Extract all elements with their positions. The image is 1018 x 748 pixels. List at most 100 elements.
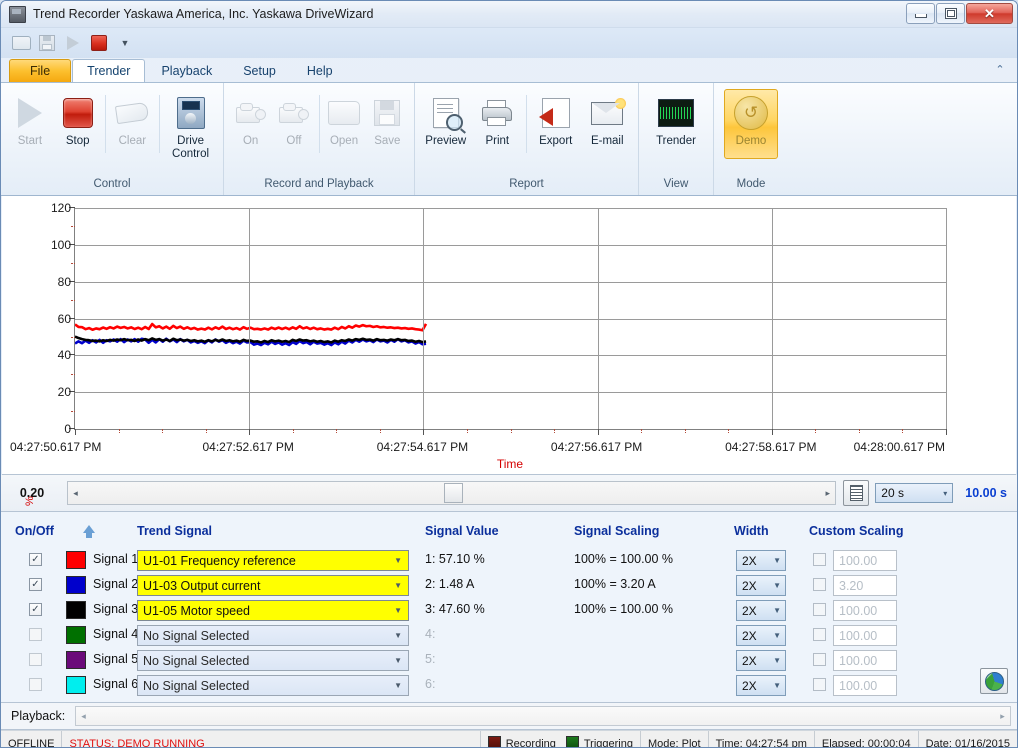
preview-button[interactable]: Preview xyxy=(420,89,472,159)
scroll-right-icon[interactable]: ▸ xyxy=(820,488,835,499)
signal-width-select[interactable]: 2X ▼ xyxy=(736,650,786,671)
group-divider xyxy=(104,95,106,153)
trender-view-button[interactable]: Trender xyxy=(645,89,707,159)
chart-x-minor-tick xyxy=(466,429,468,433)
maximize-button[interactable] xyxy=(936,3,965,24)
qat-play-icon[interactable] xyxy=(63,33,83,53)
stop-button[interactable]: Stop xyxy=(54,89,102,159)
custom-scaling-checkbox[interactable] xyxy=(813,578,826,591)
qat-open-icon[interactable] xyxy=(11,33,31,53)
record-on-button[interactable]: On xyxy=(229,89,272,159)
signal-enable-checkbox[interactable] xyxy=(29,678,42,691)
save-record-button[interactable]: Save xyxy=(366,89,409,159)
signal-color-swatch[interactable] xyxy=(66,651,86,669)
record-off-button[interactable]: Off xyxy=(272,89,315,159)
tab-help[interactable]: Help xyxy=(292,59,348,82)
status-recording: Recording Triggering xyxy=(481,731,641,747)
drive-control-button[interactable]: Drive Control xyxy=(163,89,218,162)
scroll-left-icon[interactable]: ◂ xyxy=(68,488,83,499)
signal-select[interactable]: U1-03 Output current ▼ xyxy=(137,575,409,596)
custom-scaling-input[interactable]: 100.00 xyxy=(833,550,897,571)
chevron-down-icon: ▼ xyxy=(773,606,781,615)
signal-color-swatch[interactable] xyxy=(66,626,86,644)
minimize-button[interactable] xyxy=(906,3,935,24)
chevron-down-icon: ▾ xyxy=(943,488,948,498)
chart-series-line xyxy=(75,335,427,344)
chart-gridline-vertical xyxy=(946,208,947,429)
scrollbar-thumb[interactable] xyxy=(443,483,463,503)
signal-enable-checkbox[interactable] xyxy=(29,628,42,641)
chart-y-tick-label: 40 xyxy=(57,348,71,363)
signal-width-select[interactable]: 2X ▼ xyxy=(736,575,786,596)
signal-select[interactable]: No Signal Selected ▼ xyxy=(137,650,409,671)
custom-scaling-input[interactable]: 100.00 xyxy=(833,625,897,646)
signal-width-select[interactable]: 2X ▼ xyxy=(736,625,786,646)
signal-enable-checkbox[interactable]: ✓ xyxy=(29,578,42,591)
signal-select[interactable]: U1-05 Motor speed ▼ xyxy=(137,600,409,621)
qat-customize-icon[interactable]: ▼ xyxy=(115,33,135,53)
custom-scaling-checkbox[interactable] xyxy=(813,553,826,566)
chart-x-minor-tick xyxy=(858,429,860,433)
signal-enable-checkbox[interactable]: ✓ xyxy=(29,553,42,566)
globe-button[interactable] xyxy=(980,668,1008,694)
chart-plot-area[interactable]: 0 20 40 60 80 100 120 xyxy=(51,201,947,436)
drive-control-icon xyxy=(176,96,205,130)
chart-x-minor-tick xyxy=(118,429,120,433)
chart-x-minor-tick xyxy=(205,429,207,433)
status-time: Time: 04:27:54 pm xyxy=(709,731,815,747)
print-button[interactable]: Print xyxy=(472,89,524,159)
header-custom-scaling: Custom Scaling xyxy=(809,524,904,538)
playback-scrollbar[interactable]: ◂ ▸ xyxy=(75,706,1011,726)
chart-y-tick-label: 80 xyxy=(57,274,71,289)
signal-color-swatch[interactable] xyxy=(66,676,86,694)
signal-select[interactable]: No Signal Selected ▼ xyxy=(137,675,409,696)
demo-mode-button[interactable]: ↺ Demo xyxy=(724,89,778,159)
custom-scaling-input[interactable]: 3.20 xyxy=(833,575,897,596)
custom-scaling-input[interactable]: 100.00 xyxy=(833,650,897,671)
tab-setup[interactable]: Setup xyxy=(228,59,291,82)
status-elapsed: Elapsed: 00:00:04 xyxy=(815,731,919,747)
signal-select[interactable]: No Signal Selected ▼ xyxy=(137,625,409,646)
trend-chart[interactable]: % 0 20 40 60 80 100 120 Time 04:27:50.617 PM 04… xyxy=(2,196,1016,506)
clear-button[interactable]: Clear xyxy=(108,89,156,159)
tab-file[interactable]: File xyxy=(9,59,72,82)
signal-width-select[interactable]: 2X ▼ xyxy=(736,550,786,571)
close-button[interactable]: ✕ xyxy=(966,3,1013,24)
signal-width-select[interactable]: 2X ▼ xyxy=(736,675,786,696)
custom-scaling-checkbox[interactable] xyxy=(813,653,826,666)
duration-select[interactable]: 20 s ▾ xyxy=(875,483,954,503)
custom-scaling-checkbox[interactable] xyxy=(813,628,826,641)
signal-value: 5: xyxy=(425,652,436,666)
signal-number-label: Signal 1: xyxy=(93,552,142,566)
signal-width-select[interactable]: 2X ▼ xyxy=(736,600,786,621)
list-view-button[interactable] xyxy=(843,480,870,506)
chart-x-tick-label: 04:28:00.617 PM xyxy=(853,440,945,454)
signal-select[interactable]: U1-01 Frequency reference ▼ xyxy=(137,550,409,571)
playback-scroll-right-icon[interactable]: ▸ xyxy=(995,711,1010,722)
signal-color-swatch[interactable] xyxy=(66,576,86,594)
export-button[interactable]: Export xyxy=(530,89,582,159)
signal-enable-checkbox[interactable] xyxy=(29,653,42,666)
signal-enable-checkbox[interactable]: ✓ xyxy=(29,603,42,616)
chart-horizontal-scrollbar[interactable]: ◂ ▸ xyxy=(67,481,837,505)
custom-scaling-input[interactable]: 100.00 xyxy=(833,675,897,696)
demo-mode-icon: ↺ xyxy=(734,96,768,130)
email-button[interactable]: E-mail xyxy=(582,89,634,159)
clear-label: Clear xyxy=(118,135,147,147)
signal-color-swatch[interactable] xyxy=(66,551,86,569)
open-record-button[interactable]: Open xyxy=(322,89,365,159)
tab-playback[interactable]: Playback xyxy=(146,59,227,82)
custom-scaling-checkbox[interactable] xyxy=(813,603,826,616)
playback-scroll-left-icon[interactable]: ◂ xyxy=(76,711,91,722)
qat-stop-icon[interactable] xyxy=(89,33,109,53)
ribbon-collapse-icon[interactable]: ⌃ xyxy=(993,63,1007,77)
signal-color-swatch[interactable] xyxy=(66,601,86,619)
group-label-view: View xyxy=(663,178,689,190)
custom-scaling-checkbox[interactable] xyxy=(813,678,826,691)
qat-save-icon[interactable] xyxy=(37,33,57,53)
start-button[interactable]: Start xyxy=(6,89,54,159)
header-signal-value: Signal Value xyxy=(425,524,499,538)
sort-ascending-icon[interactable] xyxy=(83,525,95,538)
tab-trender[interactable]: Trender xyxy=(72,59,146,82)
custom-scaling-input[interactable]: 100.00 xyxy=(833,600,897,621)
